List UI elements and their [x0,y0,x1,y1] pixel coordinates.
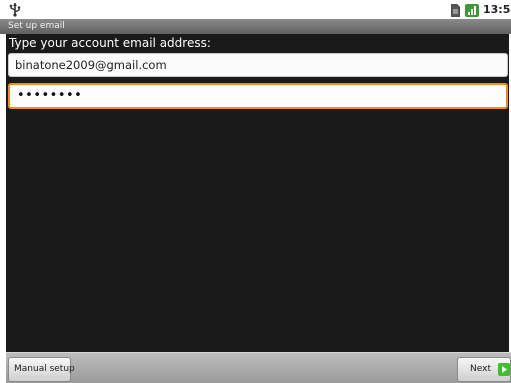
manual-setup-button[interactable]: Manual setup [8,357,75,382]
next-label: Next [470,364,491,374]
email-field[interactable]: binatone2009@gmail.com [8,53,508,77]
page-title: Set up email [8,21,65,31]
password-field[interactable]: •••••••• [8,83,508,109]
next-arrow-icon [498,363,510,376]
next-button[interactable]: Next [457,357,511,382]
sim-card-icon [451,4,460,17]
usb-icon [9,3,21,17]
status-bar: 13:50 [0,0,511,19]
manual-setup-label: Manual setup [14,364,75,374]
email-field-value: binatone2009@gmail.com [15,58,167,72]
title-bar: Set up email [0,19,511,34]
button-bar [6,352,511,383]
content-area [6,34,509,352]
password-field-value: •••••••• [17,88,83,103]
setup-email-screen: 13:50 Set up email Type your account ema… [0,0,511,383]
signal-icon [465,4,479,17]
clock: 13:50 [483,3,511,16]
email-prompt-label: Type your account email address: [9,36,211,50]
